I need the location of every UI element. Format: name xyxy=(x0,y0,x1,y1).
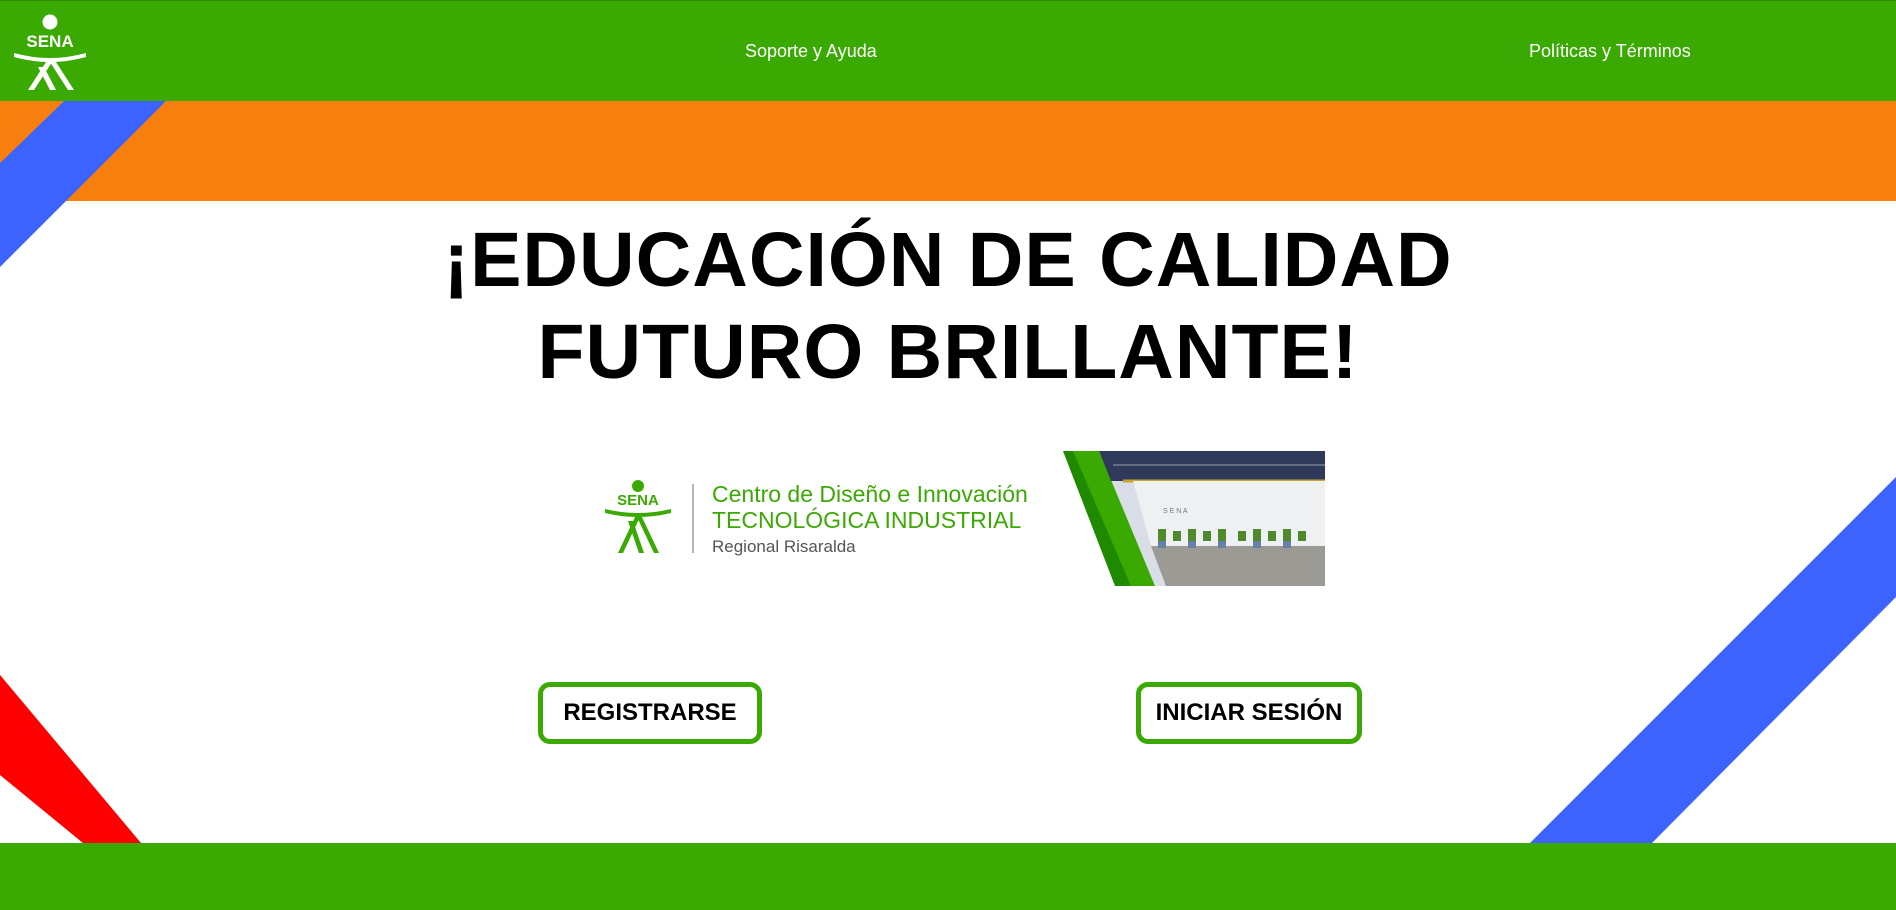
banner-subtitle: Regional Risaralda xyxy=(712,537,856,556)
bottom-footer xyxy=(0,843,1896,910)
banner-title-1: Centro de Diseño e Innovación xyxy=(712,481,1028,507)
sena-logo-text: SENA xyxy=(26,32,73,51)
top-header: SENA Soporte y Ayuda Políticas y Término… xyxy=(0,0,1896,101)
hero-line-1: ¡EDUCACIÓN DE CALIDAD xyxy=(443,217,1453,303)
stripe-blue-bottom-right xyxy=(1530,477,1896,843)
banner-sena-logo-text: SENA xyxy=(617,492,659,509)
sena-logo-icon[interactable]: SENA xyxy=(10,13,92,91)
login-button[interactable]: INICIAR SESIÓN xyxy=(1136,682,1362,744)
banner-title-2: TECNOLÓGICA INDUSTRIAL xyxy=(712,507,1021,533)
hero-headline: ¡EDUCACIÓN DE CALIDAD FUTURO BRILLANTE! xyxy=(0,214,1896,398)
center-banner: SENA Centro de Diseño e Innovación TECNO… xyxy=(603,451,1325,586)
nav-support-link[interactable]: Soporte y Ayuda xyxy=(745,41,877,62)
stripe-red-bottom-left xyxy=(0,675,141,843)
register-button[interactable]: REGISTRARSE xyxy=(538,682,762,744)
orange-band xyxy=(0,101,1896,201)
nav-policies-link[interactable]: Políticas y Términos xyxy=(1529,41,1691,62)
hero-line-2: FUTURO BRILLANTE! xyxy=(537,309,1359,395)
svg-text:S E N A: S E N A xyxy=(1163,508,1188,515)
